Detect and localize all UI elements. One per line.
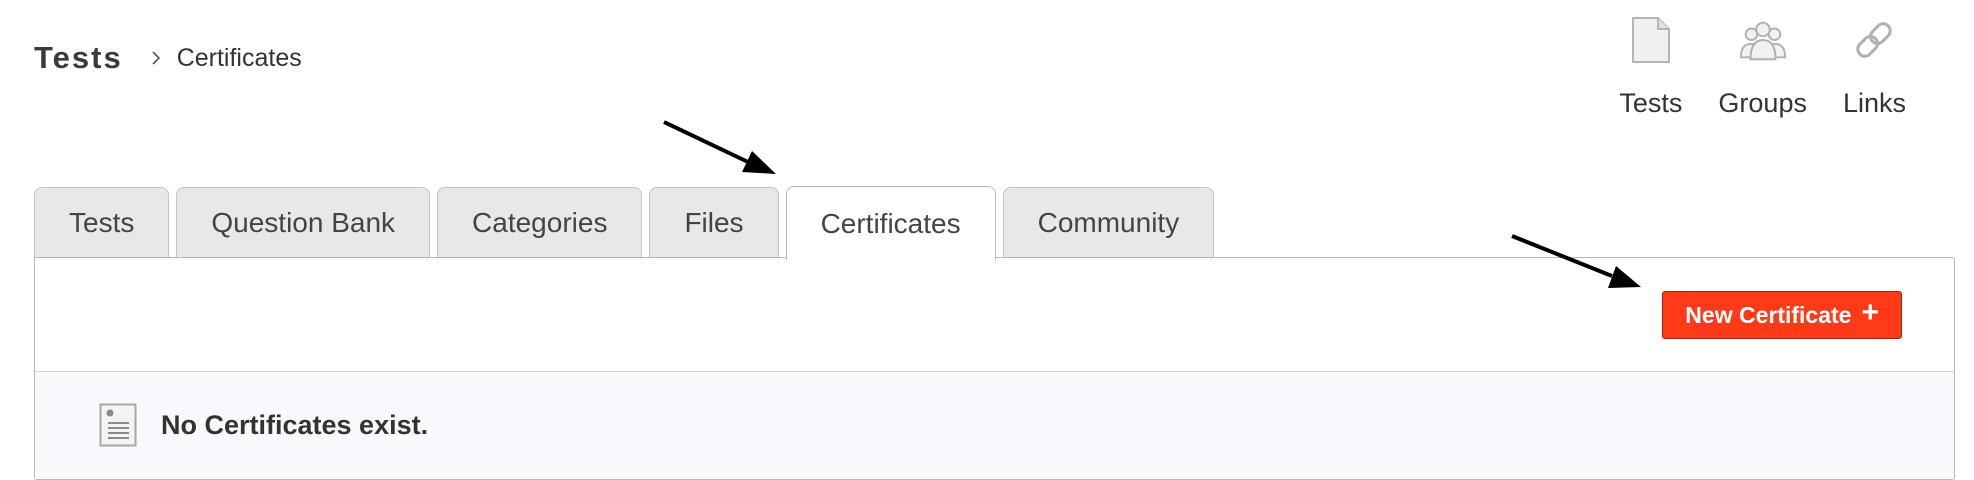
new-certificate-button[interactable]: New Certificate +: [1662, 291, 1902, 339]
plus-icon: +: [1861, 296, 1879, 329]
new-certificate-label: New Certificate: [1685, 301, 1852, 328]
empty-state: No Certificates exist.: [35, 372, 1954, 478]
quicknav-label: Links: [1842, 88, 1906, 118]
document-icon: [1626, 14, 1676, 66]
tab-question-bank[interactable]: Question Bank: [176, 186, 431, 259]
certificate-document-icon: [99, 403, 137, 447]
tab-certificates[interactable]: Certificates: [785, 186, 996, 260]
quicknav-groups[interactable]: Groups: [1718, 14, 1807, 119]
breadcrumb: Tests Certificates: [34, 40, 302, 76]
quicknav-label: Tests: [1619, 88, 1683, 118]
breadcrumb-current: Certificates: [176, 43, 302, 72]
quick-nav: Tests Groups Links: [1619, 14, 1906, 119]
tab-tests[interactable]: Tests: [34, 186, 170, 259]
users-icon: [1738, 14, 1788, 66]
panel-toolbar: New Certificate +: [35, 258, 1954, 372]
tab-bar: Tests Question Bank Categories Files Cer…: [34, 186, 1221, 260]
quicknav-tests[interactable]: Tests: [1619, 14, 1682, 119]
quicknav-links[interactable]: Links: [1843, 14, 1906, 119]
tab-community[interactable]: Community: [1002, 186, 1215, 259]
tab-files[interactable]: Files: [649, 186, 779, 259]
chevron-right-icon: [152, 51, 160, 65]
tab-categories[interactable]: Categories: [437, 186, 643, 259]
arrow-to-certificates-tab: [663, 120, 776, 174]
certificates-panel: New Certificate + No Certificates exist.: [34, 257, 1955, 480]
chain-link-icon: [1849, 14, 1899, 66]
page: Tests Certificates Tests Groups Links Te…: [0, 0, 1974, 480]
quicknav-label: Groups: [1718, 88, 1807, 118]
empty-state-message: No Certificates exist.: [161, 409, 429, 440]
breadcrumb-root-link[interactable]: Tests: [34, 40, 123, 76]
